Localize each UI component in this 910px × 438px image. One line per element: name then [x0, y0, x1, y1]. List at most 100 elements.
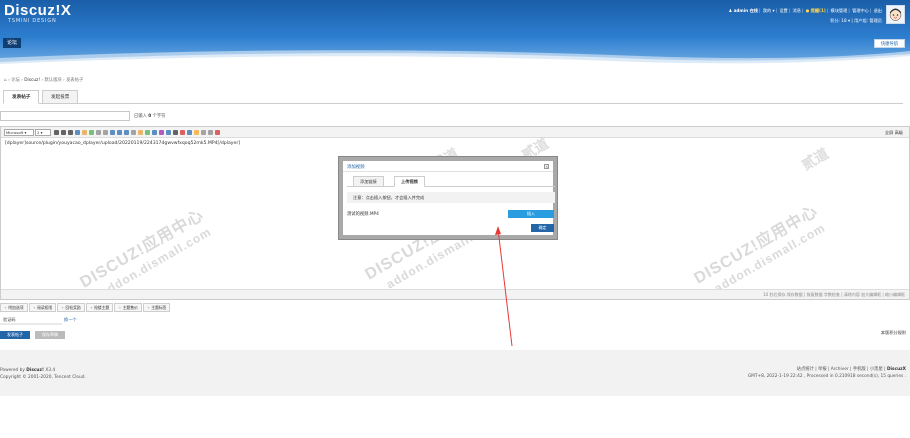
save-draft-button[interactable]: 保存草稿 — [35, 331, 65, 339]
version-text: X3.4 — [45, 368, 56, 373]
toolbar-button-icon[interactable] — [96, 130, 101, 135]
font-size-value: 2 — [37, 130, 40, 135]
toolbar-button-icon[interactable] — [180, 130, 185, 135]
option-price[interactable]: 主题售价 — [114, 303, 142, 312]
tab-new-poll[interactable]: 发起投票 — [42, 90, 79, 104]
toolbar-button-icon[interactable] — [124, 130, 129, 135]
toolbar-button-icon[interactable] — [89, 130, 94, 135]
toolbar-button-icon[interactable] — [82, 130, 87, 135]
option-tags[interactable]: 主题标签 — [142, 303, 171, 312]
powered-by-link[interactable]: Discuz! — [26, 368, 44, 373]
toolbar-button-icon[interactable] — [138, 130, 143, 135]
editor-content[interactable]: [dplayer]source/plugin/youyacao_dplayer/… — [5, 141, 240, 146]
footer-left: Powered by Discuz! X3.4 Copyright © 2001… — [0, 367, 86, 381]
tab-upload-video[interactable]: 上传视频 — [394, 176, 425, 187]
home-icon[interactable]: ⌂ — [4, 78, 7, 83]
toolbar-button-icon[interactable] — [68, 130, 73, 135]
toolbar-button-icon[interactable] — [173, 130, 178, 135]
breadcrumb-item[interactable]: 默认版块 — [45, 78, 62, 83]
toolbar-button-icon[interactable] — [215, 130, 220, 135]
insert-button[interactable]: 插入 — [508, 210, 554, 218]
editor-statusbar: 10 秒后保存 保存数据 | 恢复数据 字数检查 | 清除内容 加大编辑框 | … — [1, 289, 909, 299]
toolbar-icons — [54, 129, 220, 136]
toolbar-button-icon[interactable] — [194, 130, 199, 135]
avatar[interactable] — [886, 5, 905, 24]
close-icon[interactable]: × — [544, 164, 549, 169]
topbar-link-modules[interactable]: 模块管理 — [831, 8, 848, 13]
font-size-select[interactable]: 2 ▾ — [35, 129, 51, 136]
publish-button[interactable]: 发表帖子 — [0, 331, 30, 339]
dialog-title: 添加视频 — [347, 165, 365, 170]
toolbar-button-icon[interactable] — [117, 130, 122, 135]
option-read-perm[interactable]: 阅读权限 — [28, 303, 57, 312]
breadcrumb-item[interactable]: Discuz! — [24, 78, 40, 83]
bell-icon: ● — [805, 8, 810, 13]
option-reply-reward[interactable]: 回帖奖励 — [57, 303, 85, 312]
subject-char-count: 已输入 0 个字符 — [134, 113, 166, 119]
option-floor[interactable]: 抢楼主题 — [85, 303, 114, 312]
powered-by-text: Powered by — [0, 368, 25, 373]
site-footer: Powered by Discuz! X3.4 Copyright © 2001… — [0, 350, 910, 396]
editor-status-links[interactable]: 10 秒后保存 保存数据 | 恢复数据 字数检查 | 清除内容 加大编辑框 | … — [763, 292, 905, 298]
quick-nav-button[interactable]: 快捷导航 — [873, 39, 905, 48]
toolbar-button-icon[interactable] — [145, 130, 150, 135]
toolbar-button-icon[interactable] — [159, 130, 164, 135]
char-count-suffix: 个字符 — [152, 114, 166, 119]
user-credits[interactable]: 积分: 18 ▾ | 用户组: 管理员 — [830, 18, 882, 24]
captcha-input[interactable] — [0, 323, 62, 325]
topbar-link-my[interactable]: 我的 ▾ — [763, 8, 775, 13]
post-type-tabs: 发表帖子 发起投票 — [3, 90, 903, 104]
option-attach[interactable]: 附加选项 — [0, 303, 28, 312]
header-wave — [0, 50, 910, 72]
watermark-text: DISCUZ!应用中心 — [691, 202, 822, 288]
toolbar-button-icon[interactable] — [54, 130, 59, 135]
char-count-value: 0 — [148, 114, 152, 119]
copyright-text: Copyright © 2001-2020, Tencent Cloud. — [0, 375, 86, 380]
footer-processed-time: GMT+8, 2022-1-19 22:42 , Processed in 0.… — [747, 374, 906, 379]
tab-new-thread[interactable]: 发表帖子 — [3, 90, 40, 104]
nav-forum[interactable]: 论坛 — [3, 38, 22, 48]
user-topbar: ♟ admin 在线| 我的 ▾| 设置| 消息| ● 提醒(1)| 模块管理|… — [728, 8, 882, 13]
breadcrumb: ⌂ › 论坛 › Discuz! › 默认版块 › 发表帖子 — [4, 78, 84, 83]
font-family-value: Microsoft — [6, 130, 24, 135]
credit-rules-link[interactable]: 本版积分规则 — [881, 330, 906, 336]
watermark-mark: 贰道 — [798, 145, 832, 173]
toolbar-button-icon[interactable] — [152, 130, 157, 135]
user-icon: ♟ — [728, 8, 733, 13]
editor-toolbar: Microsoft ▾ 2 ▾ 全屏 高级 — [1, 127, 909, 138]
captcha-refresh-link[interactable]: 换一个 — [64, 317, 77, 323]
toolbar-button-icon[interactable] — [75, 130, 80, 135]
char-count-prefix: 已输入 — [134, 114, 147, 119]
confirm-button[interactable]: 确定 — [531, 224, 554, 232]
topbar-link-notifications[interactable]: 提醒(1) — [811, 8, 826, 13]
watermark-text: addon.dismall.com — [711, 220, 828, 296]
toolbar-button-icon[interactable] — [110, 130, 115, 135]
dialog-header: 添加视频 × — [343, 161, 553, 172]
topbar-link-user[interactable]: admin 在线 — [734, 8, 758, 13]
subject-input[interactable] — [0, 111, 130, 121]
toolbar-button-icon[interactable] — [201, 130, 206, 135]
footer-brand[interactable]: DiscuzX — [887, 367, 906, 372]
topbar-link-admin[interactable]: 管理中心 — [852, 8, 869, 13]
toolbar-button-icon[interactable] — [131, 130, 136, 135]
topbar-link-settings[interactable]: 设置 — [779, 8, 787, 13]
toolbar-button-icon[interactable] — [103, 130, 108, 135]
footer-links[interactable]: 站点统计 | 举报 | Archiver | 手机版 | 小黑屋 | — [797, 367, 886, 372]
breadcrumb-item[interactable]: 论坛 — [11, 78, 20, 83]
toolbar-button-icon[interactable] — [61, 130, 66, 135]
font-family-select[interactable]: Microsoft ▾ — [4, 129, 34, 136]
uploaded-file-name: 测试的视频.MP4 — [347, 212, 379, 217]
site-header: Discuz!X TSMINI DESIGN ♟ admin 在线| 我的 ▾|… — [0, 0, 910, 72]
toolbar-button-icon[interactable] — [187, 130, 192, 135]
editor-mode-links[interactable]: 全屏 高级 — [885, 130, 903, 136]
dialog-tabs: 添加链接 上传视频 — [347, 176, 555, 187]
topbar-link-messages[interactable]: 消息 — [793, 8, 801, 13]
toolbar-button-icon[interactable] — [166, 130, 171, 135]
site-logo[interactable]: Discuz!X TSMINI DESIGN — [4, 2, 71, 24]
toolbar-button-icon[interactable] — [208, 130, 213, 135]
tab-add-link[interactable]: 添加链接 — [353, 176, 384, 187]
topbar-link-logout[interactable]: 退出 — [874, 8, 882, 13]
footer-right: 站点统计 | 举报 | Archiver | 手机版 | 小黑屋 | Discu… — [748, 366, 906, 380]
breadcrumb-item: 发表帖子 — [66, 78, 84, 83]
post-options: 附加选项阅读权限回帖奖励抢楼主题主题售价主题标签 — [0, 303, 171, 312]
